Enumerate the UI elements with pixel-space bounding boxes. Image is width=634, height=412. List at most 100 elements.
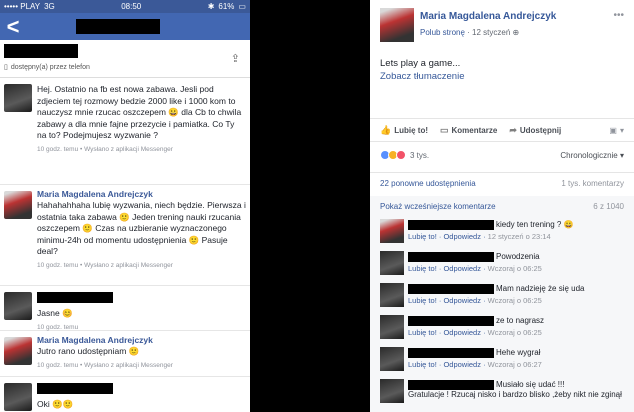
like-label: Lubię to! <box>394 125 428 135</box>
post-subtitle: Polub stronę · 12 styczeń ⊕ <box>420 28 519 37</box>
comment-like-link[interactable]: Lubię to! <box>408 232 437 241</box>
like-page-link[interactable]: Polub stronę <box>420 28 465 37</box>
carrier-label: ••••• PLAY <box>4 2 41 11</box>
battery-icon: ▭ <box>238 2 246 11</box>
back-button[interactable]: < <box>2 15 24 38</box>
chevron-down-icon: ▾ <box>619 125 624 135</box>
comment-text: kiedy ten trening ? 😀 <box>496 220 574 229</box>
message-meta: 10 godz. temu • Wysłano z aplikacji Mess… <box>37 361 173 369</box>
comment-reply-link[interactable]: Odpowiedz <box>443 296 481 305</box>
comment-time[interactable]: Wczoraj o 06:25 <box>488 328 542 337</box>
share-arrow-icon: ➦ <box>509 124 517 135</box>
show-previous-link[interactable]: Pokaż wcześniejsze komentarze <box>380 202 496 211</box>
comment-label: Komentarze <box>451 125 498 135</box>
share-button[interactable]: ➦ Udostępnij <box>509 125 561 136</box>
comment-line: Mam nadzieję że się uda <box>408 280 634 294</box>
phone-icon: ▯ <box>4 64 8 71</box>
comment-reply-link[interactable]: Odpowiedz <box>443 360 481 369</box>
comment-time[interactable]: Wczoraj o 06:27 <box>488 360 542 369</box>
redacted-commenter-name <box>408 347 494 358</box>
battery-label: 61% <box>218 2 235 11</box>
comment-time[interactable]: 12 styczeń o 23:14 <box>488 232 551 241</box>
comment-like-link[interactable]: Lubię to! <box>408 296 437 305</box>
more-icon[interactable]: ••• <box>613 10 624 21</box>
commenter-avatar[interactable] <box>380 315 404 339</box>
redacted-contact-name <box>76 19 160 34</box>
previous-comments: Pokaż wcześniejsze komentarze 6 z 1040 <box>370 196 634 216</box>
message-item: Maria Magdalena Andrejczyk Hahahahhaha l… <box>0 185 250 286</box>
comment-reply-link[interactable]: Odpowiedz <box>443 328 481 337</box>
screenshot-root: ••••• PLAY 3G 08:50 ✱ 61% ▭ < ▯ dostępny… <box>0 0 634 412</box>
comments-progress: 6 z 1040 <box>593 201 624 211</box>
bluetooth-icon: ✱ <box>207 2 215 11</box>
comment-text: ze to nagrasz <box>496 316 545 325</box>
comments-section: Pokaż wcześniejsze komentarze 6 z 1040 k… <box>370 196 634 412</box>
message-thread: Hej. Ostatnio na fb est nowa zabawa. Jes… <box>0 78 250 412</box>
comment-button[interactable]: ▭ Komentarze <box>440 125 497 136</box>
message-text: Jasne 😊 <box>37 308 73 318</box>
comment-actions: Lubię to! · Odpowiedz · Wczoraj o 06:27 <box>408 360 542 369</box>
profile-thumb-icon: ▣ <box>609 125 617 135</box>
message-text: Jutro rano udostępniam 🙂 <box>37 346 140 356</box>
commenter-avatar[interactable] <box>380 379 404 403</box>
comment-like-link[interactable]: Lubię to! <box>408 328 437 337</box>
thumbs-up-icon: 👍 <box>380 124 392 135</box>
reactions-count[interactable]: 3 tys. <box>410 151 429 160</box>
clock: 08:50 <box>121 2 142 11</box>
commenter-avatar[interactable] <box>380 251 404 275</box>
page-name[interactable]: Maria Magdalena Andrejczyk <box>420 11 556 22</box>
message-meta: 10 godz. temu • Wysłano z aplikacji Mess… <box>37 145 173 153</box>
avatar <box>4 337 32 365</box>
comment-item: Hehe wygrał Lubię to! · Odpowiedz · Wczo… <box>370 344 634 376</box>
message-text: Hahahahhaha lubię wyzwania, niech będzie… <box>37 200 246 256</box>
translate-link[interactable]: Zobacz tłumaczenie <box>380 71 464 82</box>
like-button[interactable]: 👍 Lubię to! <box>380 125 428 136</box>
presence-status: ▯ dostępny(a) przez telefon <box>4 63 90 72</box>
viewer-selector[interactable]: ▣ ▾ <box>609 126 624 135</box>
comment-time[interactable]: Wczoraj o 06:25 <box>488 296 542 305</box>
comment-actions: Lubię to! · Odpowiedz · 12 styczeń o 23:… <box>408 232 551 241</box>
comment-line: Musiało się udać !!! <box>408 376 634 390</box>
comment-like-link[interactable]: Lubię to! <box>408 360 437 369</box>
redacted-commenter-name <box>408 219 494 230</box>
comment-text: Hehe wygrał <box>496 348 541 357</box>
shares-row: 22 ponowne udostępnienia 1 tys. komentar… <box>370 172 634 194</box>
message-item: Jasne 😊 10 godz. temu <box>0 286 250 331</box>
comment-item: Mam nadzieję że się uda Lubię to! · Odpo… <box>370 280 634 312</box>
share-icon[interactable]: ⇪ <box>231 52 240 65</box>
reactions-row: 3 tys. Chronologicznie ▾ <box>380 146 624 164</box>
status-bar: ••••• PLAY 3G 08:50 ✱ 61% ▭ <box>0 0 250 13</box>
post-date[interactable]: 12 styczeń <box>472 28 510 37</box>
comment-reply-link[interactable]: Odpowiedz <box>443 264 481 273</box>
comment-time[interactable]: Wczoraj o 06:25 <box>488 264 542 273</box>
redacted-name <box>4 44 78 58</box>
page-avatar[interactable] <box>380 8 414 42</box>
message-meta: 10 godz. temu • Wysłano z aplikacji Mess… <box>37 261 173 269</box>
commenter-avatar[interactable] <box>380 219 404 243</box>
comment-like-link[interactable]: Lubię to! <box>408 264 437 273</box>
redacted-sender-name <box>37 292 113 303</box>
comment-item: kiedy ten trening ? 😀 Lubię to! · Odpowi… <box>370 216 634 248</box>
presence-label: dostępny(a) przez telefon <box>10 63 90 71</box>
message-text: Hej. Ostatnio na fb est nowa zabawa. Jes… <box>37 84 242 140</box>
comment-reply-link[interactable]: Odpowiedz <box>443 232 481 241</box>
commenter-avatar[interactable] <box>380 347 404 371</box>
globe-icon: ⊕ <box>512 28 520 37</box>
messenger-phone: ••••• PLAY 3G 08:50 ✱ 61% ▭ < ▯ dostępny… <box>0 0 250 412</box>
comment-item: Musiało się udać !!! Gratulacje ! Rzucaj… <box>370 376 634 412</box>
message-item: Hej. Ostatnio na fb est nowa zabawa. Jes… <box>0 78 250 185</box>
comment-icon: ▭ <box>440 124 449 135</box>
message-item: Maria Magdalena Andrejczyk Jutro rano ud… <box>0 331 250 377</box>
commenter-avatar[interactable] <box>380 283 404 307</box>
redacted-commenter-name <box>408 251 494 262</box>
shares-link[interactable]: 22 ponowne udostępnienia <box>380 179 476 188</box>
comment-item: Powodzenia Lubię to! · Odpowiedz · Wczor… <box>370 248 634 280</box>
sort-dropdown[interactable]: Chronologicznie ▾ <box>560 151 624 160</box>
comment-actions: Lubię to! · Odpowiedz · Wczoraj o 06:25 <box>408 296 542 305</box>
share-label: Udostępnij <box>519 125 562 135</box>
sender-name[interactable]: Maria Magdalena Andrejczyk <box>37 189 246 199</box>
post-body: Lets play a game... Zobacz tłumaczenie <box>370 54 474 86</box>
sort-label: Chronologicznie <box>560 150 618 160</box>
sender-name[interactable]: Maria Magdalena Andrejczyk <box>37 335 246 345</box>
avatar <box>4 383 32 411</box>
